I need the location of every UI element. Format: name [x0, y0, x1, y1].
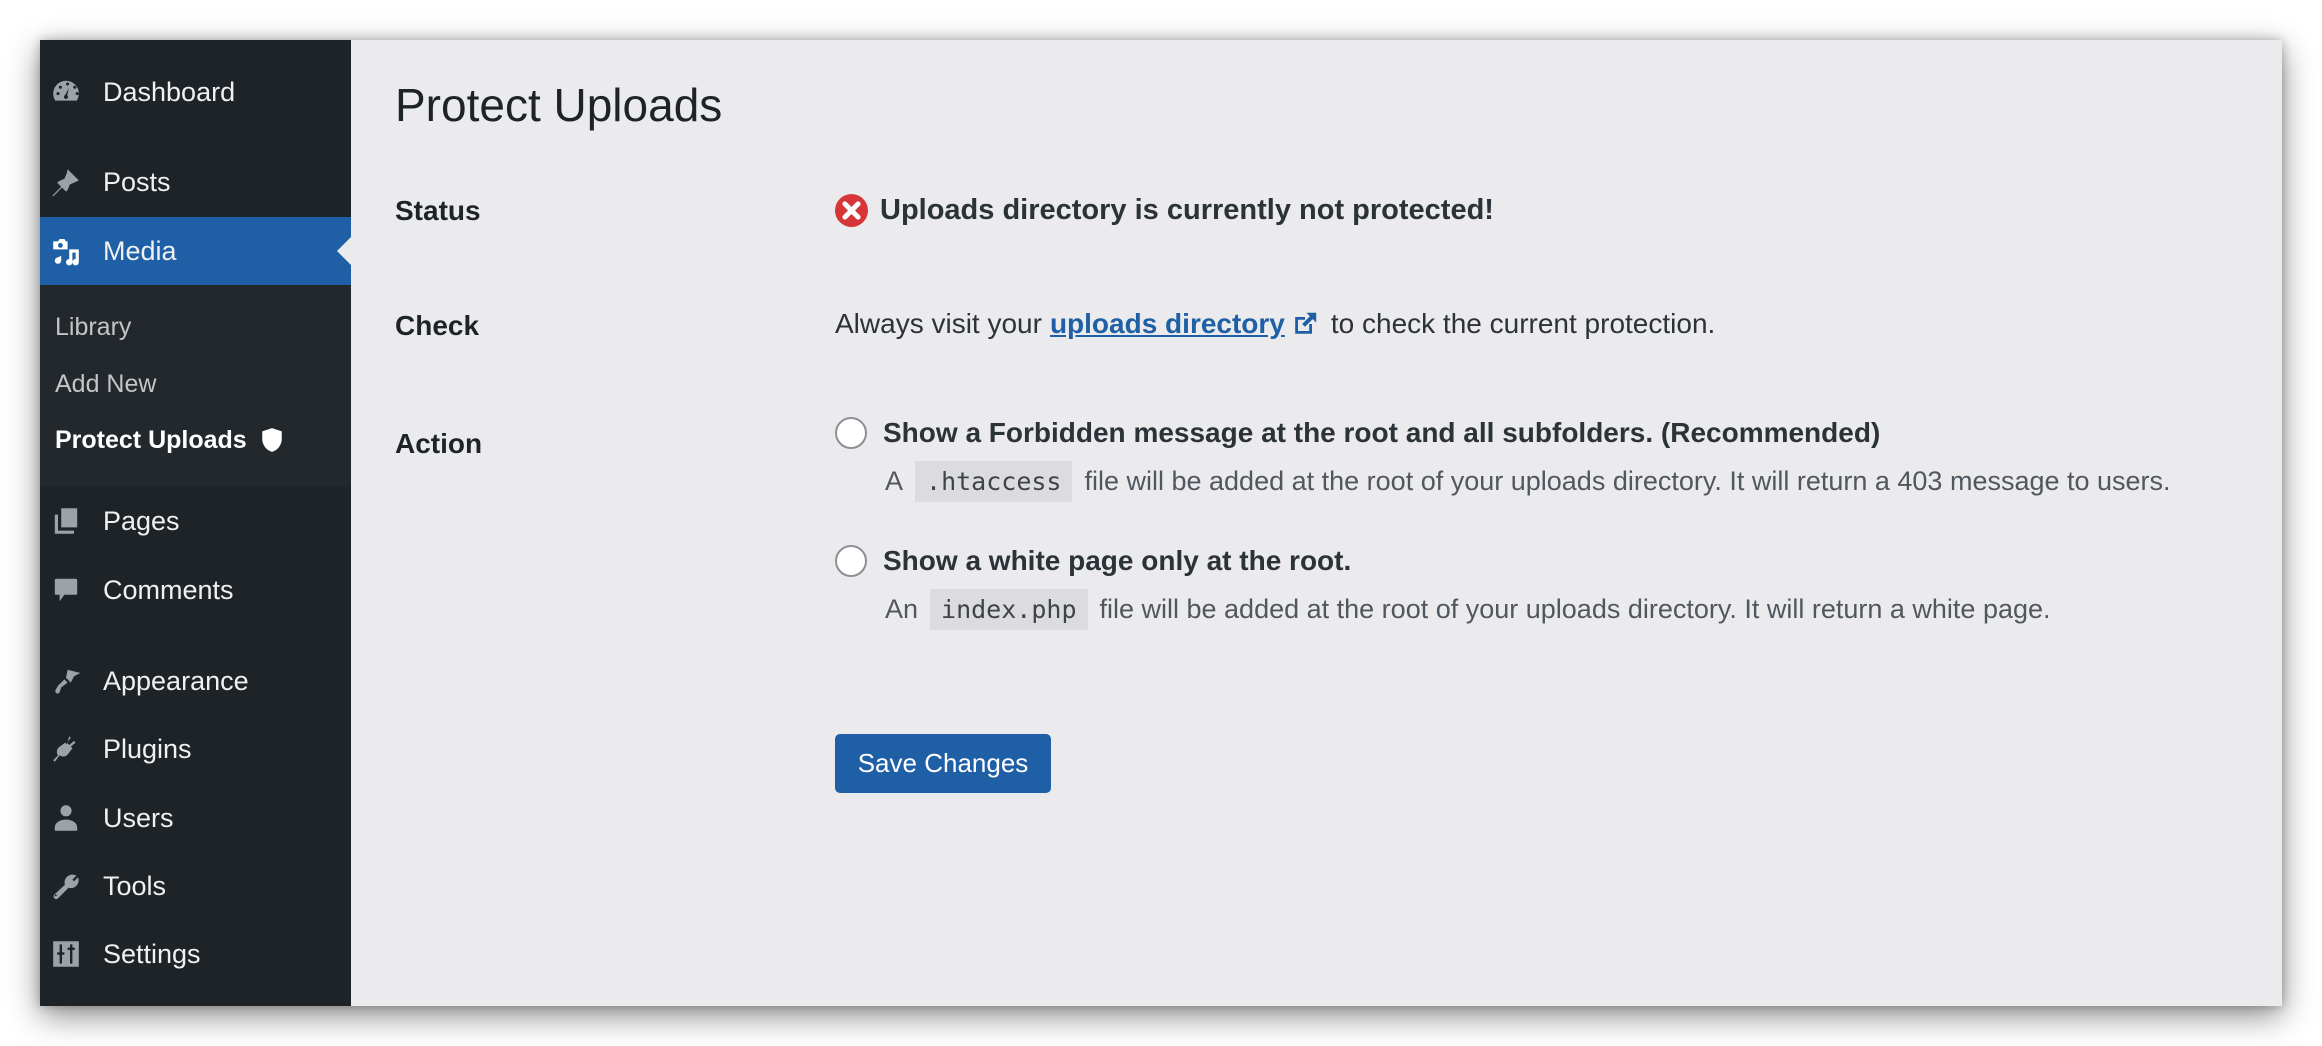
htaccess-code: .htaccess	[915, 461, 1073, 502]
option-description: An index.php file will be added at the r…	[885, 589, 2051, 630]
submenu-item-add-new[interactable]: Add New	[55, 364, 156, 404]
main-content: Protect Uploads Status Uploads directory…	[351, 40, 2282, 1006]
error-icon	[835, 194, 868, 227]
desc-suffix: file will be added at the root of your u…	[1099, 594, 2051, 624]
sidebar-item-label: Dashboard	[103, 76, 236, 107]
check-prefix: Always visit your	[835, 308, 1042, 339]
option-label[interactable]: Show a Forbidden message at the root and…	[883, 417, 1880, 449]
submenu-item-label: Add New	[55, 369, 157, 398]
shield-icon	[261, 427, 283, 453]
sidebar-item-label: Tools	[103, 870, 167, 901]
sidebar-item-label: Plugins	[103, 733, 192, 764]
sidebar-item-pages[interactable]: Pages	[40, 493, 351, 549]
option-description: A .htaccess file will be added at the ro…	[885, 461, 2171, 502]
sidebar-item-appearance[interactable]: Appearance	[40, 653, 351, 709]
sidebar-item-plugins[interactable]: Plugins	[40, 721, 351, 777]
pages-icon	[50, 505, 82, 537]
check-label: Check	[395, 310, 480, 341]
save-changes-button[interactable]: Save Changes	[835, 734, 1051, 793]
wp-admin-window: Dashboard Posts Media Library Add New Pr…	[40, 40, 2282, 1006]
media-submenu: Library Add New Protect Uploads	[40, 285, 351, 487]
action-label: Action	[395, 428, 483, 459]
sidebar-item-comments[interactable]: Comments	[40, 562, 351, 618]
forbidden-radio[interactable]	[835, 417, 867, 449]
page-title: Protect Uploads	[395, 79, 723, 131]
sidebar-item-label: Comments	[103, 574, 234, 605]
sidebar-item-label: Posts	[103, 166, 171, 197]
sidebar-item-users[interactable]: Users	[40, 790, 351, 846]
sidebar-item-dashboard[interactable]: Dashboard	[40, 64, 351, 120]
comment-icon	[50, 574, 82, 606]
check-text: Always visit your uploads directory to c…	[835, 308, 1715, 340]
white-page-radio[interactable]	[835, 545, 867, 577]
pin-icon	[50, 166, 82, 198]
plug-icon	[50, 733, 82, 765]
paintbrush-icon	[50, 665, 82, 697]
sidebar-item-label: Users	[103, 802, 174, 833]
sidebar-item-settings[interactable]: Settings	[40, 926, 351, 982]
sidebar-item-media[interactable]: Media	[40, 217, 351, 285]
index-php-code: index.php	[930, 589, 1088, 630]
sidebar-item-label: Media	[103, 235, 177, 266]
check-suffix: to check the current protection.	[1330, 308, 1716, 339]
submenu-item-label: Protect Uploads	[55, 425, 247, 454]
submenu-item-label: Library	[55, 312, 132, 341]
uploads-directory-link[interactable]: uploads directory	[1050, 308, 1285, 340]
status-label: Status	[395, 195, 481, 226]
sidebar-item-posts[interactable]: Posts	[40, 154, 351, 210]
submenu-item-library[interactable]: Library	[55, 307, 131, 347]
desc-prefix: An	[885, 594, 919, 624]
sidebar-item-label: Pages	[103, 505, 180, 536]
status-text: Uploads directory is currently not prote…	[880, 194, 1494, 226]
sidebar-item-label: Settings	[103, 938, 201, 969]
settings-icon	[50, 938, 82, 970]
submenu-item-protect-uploads[interactable]: Protect Uploads	[55, 420, 283, 460]
option-label[interactable]: Show a white page only at the root.	[883, 545, 1351, 577]
admin-sidebar: Dashboard Posts Media Library Add New Pr…	[40, 40, 351, 1006]
status-message: Uploads directory is currently not prote…	[835, 194, 1494, 227]
option-forbidden: Show a Forbidden message at the root and…	[835, 417, 2171, 502]
option-white-page: Show a white page only at the root. An i…	[835, 545, 2051, 630]
media-icon	[50, 235, 82, 267]
external-link-icon[interactable]	[1291, 310, 1319, 338]
sidebar-item-tools[interactable]: Tools	[40, 858, 351, 914]
desc-suffix: file will be added at the root of your u…	[1084, 466, 2171, 496]
user-icon	[50, 802, 82, 834]
desc-prefix: A	[885, 466, 904, 496]
wrench-icon	[50, 870, 82, 902]
current-menu-arrow	[337, 237, 351, 265]
dashboard-icon	[50, 76, 82, 108]
sidebar-item-label: Appearance	[103, 665, 249, 696]
